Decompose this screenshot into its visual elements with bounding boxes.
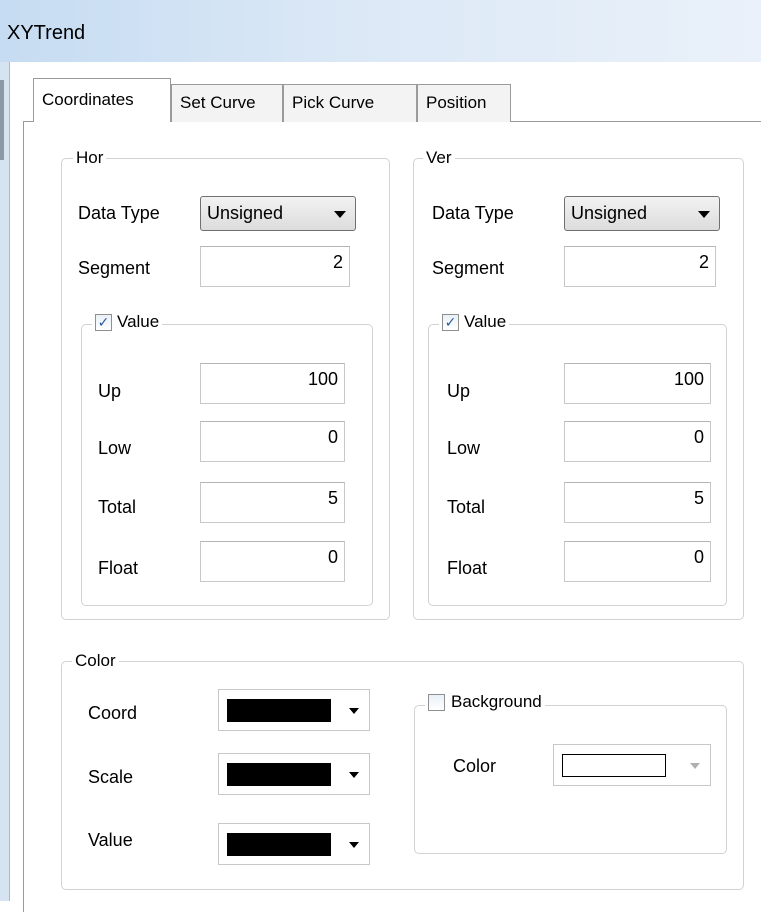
background-legend: Background — [425, 692, 545, 712]
hor-total-label: Total — [98, 497, 137, 517]
tab-position[interactable]: Position — [417, 84, 511, 122]
hor-float-label: Float — [98, 558, 139, 578]
hor-value-checkbox[interactable]: ✓ — [95, 313, 112, 331]
hor-low-label: Low — [98, 438, 132, 458]
hor-total-input[interactable]: 5 — [200, 482, 345, 523]
coord-color-swatch — [227, 699, 331, 722]
ver-value-checkbox[interactable]: ✓ — [442, 313, 459, 331]
hor-value-legend: ✓ Value — [92, 312, 163, 332]
chevron-down-icon — [334, 211, 346, 218]
coord-color-picker[interactable] — [218, 689, 370, 731]
hor-data-type-label: Data Type — [78, 203, 160, 223]
value-color-label: Value — [88, 830, 133, 850]
window-frame-edge — [9, 62, 10, 901]
background-color-label: Color — [453, 756, 497, 776]
ver-low-label: Low — [447, 438, 481, 458]
tab-pick-curve[interactable]: Pick Curve — [283, 84, 417, 122]
hor-segment-input[interactable]: 2 — [200, 246, 350, 287]
ver-float-label: Float — [447, 558, 488, 578]
ver-up-label: Up — [447, 381, 471, 401]
ver-segment-label: Segment — [432, 258, 505, 278]
ver-data-type-dropdown[interactable]: Unsigned — [564, 196, 720, 231]
window-title: XYTrend — [7, 22, 86, 44]
title-bar: XYTrend — [0, 0, 761, 62]
background-color-swatch — [562, 754, 666, 777]
ver-total-label: Total — [447, 497, 486, 517]
background-color-picker[interactable] — [553, 744, 711, 786]
chevron-down-icon — [690, 763, 700, 769]
ver-up-input[interactable]: 100 — [564, 363, 711, 404]
window-frame-shadow — [0, 80, 4, 160]
ver-data-type-value: Unsigned — [571, 203, 648, 223]
scale-color-picker[interactable] — [218, 753, 370, 795]
value-color-picker[interactable] — [218, 823, 370, 865]
hor-data-type-dropdown[interactable]: Unsigned — [200, 196, 356, 231]
hor-float-input[interactable]: 0 — [200, 541, 345, 582]
hor-up-label: Up — [98, 381, 122, 401]
value-color-swatch — [227, 833, 331, 856]
ver-data-type-label: Data Type — [432, 203, 514, 223]
hor-segment-label: Segment — [78, 258, 151, 278]
ver-segment-input[interactable]: 2 — [564, 246, 716, 287]
hor-low-input[interactable]: 0 — [200, 421, 345, 462]
background-checkbox[interactable] — [428, 693, 445, 711]
chevron-down-icon — [698, 211, 710, 218]
tab-set-curve[interactable]: Set Curve — [171, 84, 283, 122]
chevron-down-icon — [349, 842, 359, 848]
background-label: Background — [451, 692, 542, 711]
coord-color-label: Coord — [88, 703, 138, 723]
color-legend: Color — [72, 651, 119, 671]
ver-total-input[interactable]: 5 — [564, 482, 711, 523]
ver-float-input[interactable]: 0 — [564, 541, 711, 582]
tab-coordinates[interactable]: Coordinates — [33, 78, 171, 122]
ver-legend: Ver — [423, 148, 455, 168]
ver-value-label: Value — [464, 312, 507, 331]
ver-low-input[interactable]: 0 — [564, 421, 711, 462]
hor-data-type-value: Unsigned — [207, 203, 284, 223]
hor-up-input[interactable]: 100 — [200, 363, 345, 404]
hor-legend: Hor — [73, 148, 107, 168]
ver-value-legend: ✓ Value — [439, 312, 510, 332]
scale-color-label: Scale — [88, 767, 134, 787]
chevron-down-icon — [349, 772, 359, 778]
hor-value-label: Value — [117, 312, 160, 331]
chevron-down-icon — [349, 708, 359, 714]
scale-color-swatch — [227, 763, 331, 786]
